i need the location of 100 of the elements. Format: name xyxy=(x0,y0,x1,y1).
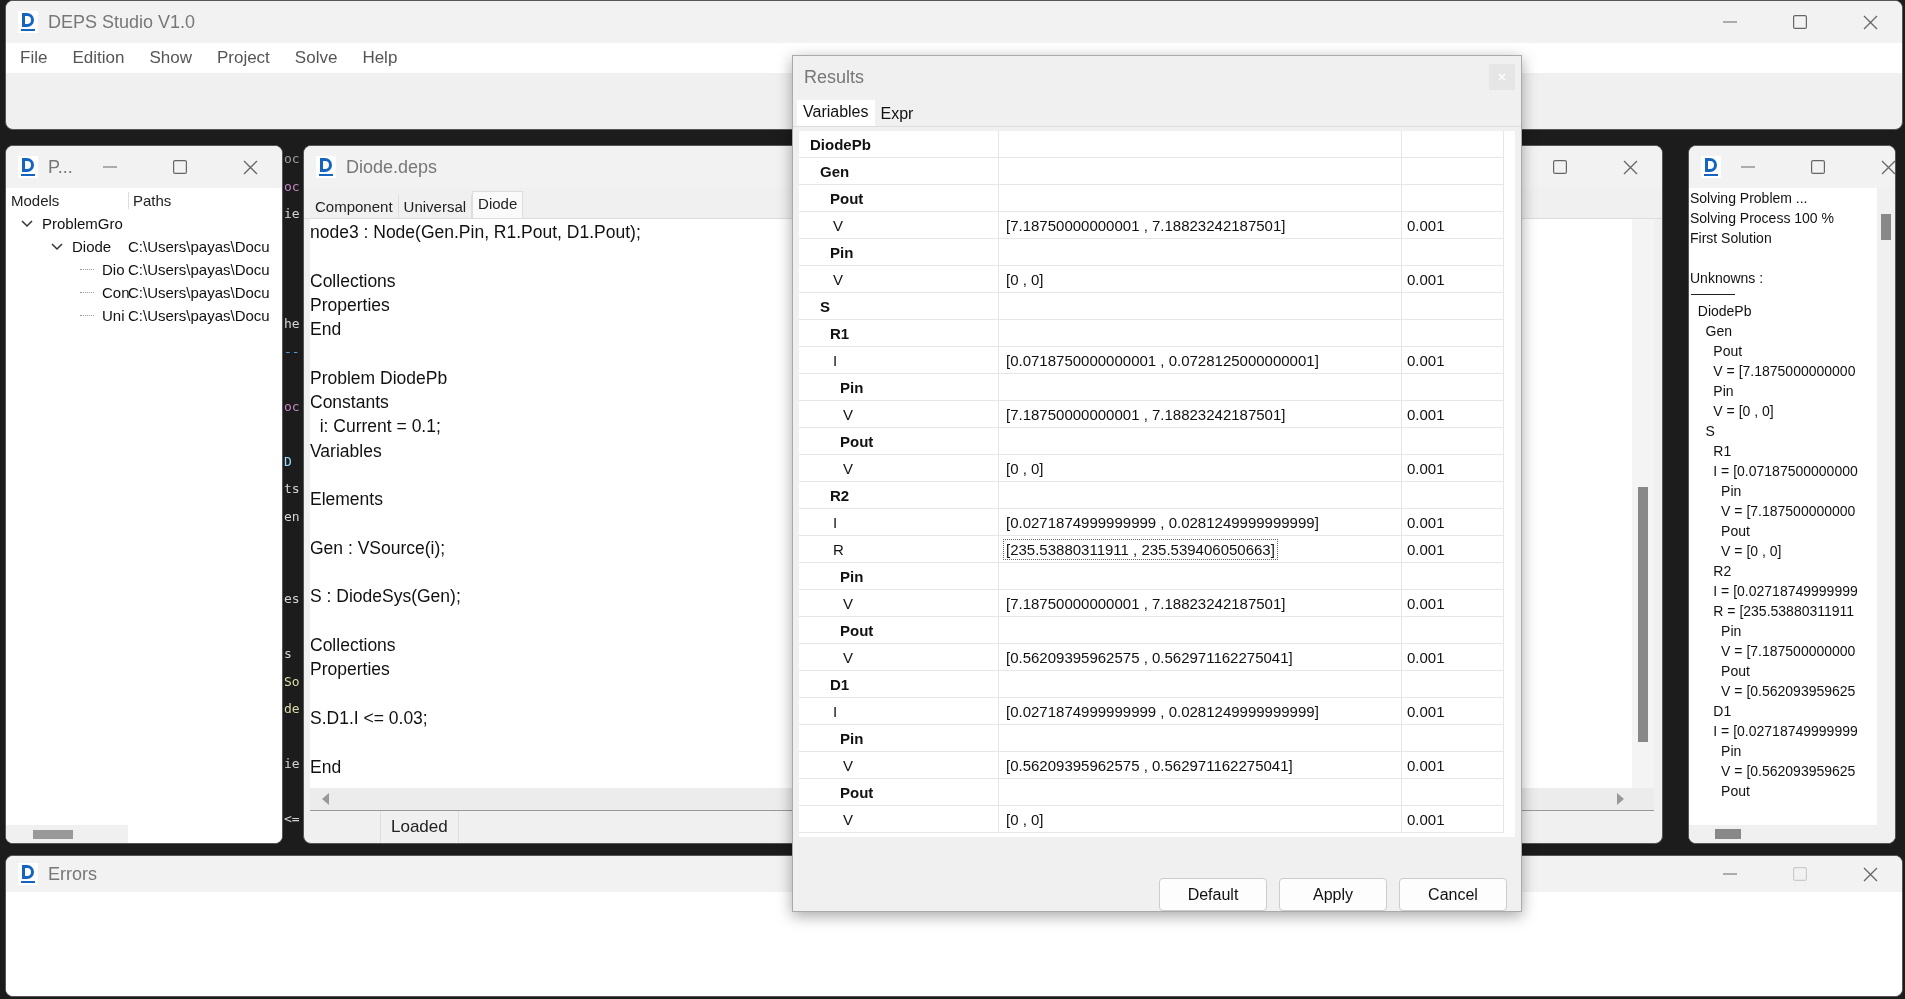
code-fragment: oc xyxy=(284,397,300,416)
interval-value[interactable]: [0.0718750000000001 , 0.0728125000000001] xyxy=(1003,349,1322,371)
tree-item[interactable]: Uni xyxy=(102,307,125,324)
tree-item[interactable]: Diode xyxy=(72,238,112,255)
chevron-icon[interactable] xyxy=(50,241,64,252)
close-icon[interactable] xyxy=(1863,14,1878,30)
precision-cell: 0.001 xyxy=(1402,752,1504,779)
dialog-button[interactable]: Apply xyxy=(1279,878,1387,911)
code-fragment: oc xyxy=(284,177,300,196)
chevron-icon[interactable] xyxy=(20,218,34,229)
menu-item[interactable]: Help xyxy=(358,48,409,68)
tree-group-cell[interactable]: Pout xyxy=(799,428,999,455)
interval-value[interactable]: [235.53880311911 , 235.539406050663] xyxy=(1003,538,1278,560)
tree-group-cell[interactable]: Pin xyxy=(799,374,999,401)
console-line: Pin xyxy=(1720,482,1743,501)
tree-group-cell[interactable]: DiodePb xyxy=(799,131,999,158)
maximize-icon[interactable] xyxy=(1811,160,1825,174)
precision-cell: 0.001 xyxy=(1402,509,1504,536)
interval-value[interactable]: [0 , 0] xyxy=(1003,268,1047,290)
code-line: Properties xyxy=(310,658,390,682)
console-line: V = [0.562093959625 xyxy=(1720,762,1857,781)
console-line: V = [0.562093959625 xyxy=(1720,682,1857,701)
precision-cell: 0.001 xyxy=(1402,266,1504,293)
close-icon[interactable] xyxy=(1881,159,1895,175)
tree-group-cell[interactable]: R2 xyxy=(799,482,999,509)
menu-item[interactable]: Solve xyxy=(290,48,349,68)
console-line: Gen xyxy=(1704,322,1734,341)
code-fragment: es xyxy=(284,590,300,608)
console-line: I = [0.02718749999999 xyxy=(1712,582,1859,601)
scroll-right-icon[interactable] xyxy=(1616,793,1624,805)
tree-group-cell[interactable]: Pin xyxy=(799,725,999,752)
precision-cell: 0.001 xyxy=(1402,212,1504,239)
column-header[interactable]: Models xyxy=(6,191,129,209)
logo-icon xyxy=(316,156,336,178)
code-line: End xyxy=(310,755,342,779)
logo-icon xyxy=(18,156,38,178)
interval-value[interactable]: [7.18750000000001 , 7.18823242187501] xyxy=(1003,403,1289,425)
console-line: Pout xyxy=(1712,342,1744,361)
tab[interactable]: Variables xyxy=(797,100,875,126)
tree-item[interactable]: ProblemGro xyxy=(42,215,123,232)
precision-cell: 0.001 xyxy=(1402,590,1504,617)
variable-name-cell: I xyxy=(799,698,999,725)
interval-value[interactable]: [0.0271874999999999 , 0.0281249999999999] xyxy=(1003,511,1322,533)
code-line: End xyxy=(310,318,342,342)
scrollbar-thumb[interactable] xyxy=(1881,214,1892,240)
console-line: R1 xyxy=(1712,442,1733,461)
code-fragment: ts xyxy=(284,480,300,498)
interval-value[interactable]: [7.18750000000001 , 7.18823242187501] xyxy=(1003,592,1289,614)
console-line: I = [0.07187500000000 xyxy=(1712,462,1859,481)
maximize-icon[interactable] xyxy=(1793,15,1807,29)
menu-item[interactable]: Show xyxy=(145,48,203,68)
maximize-icon[interactable] xyxy=(173,160,187,174)
code-fragment: de xyxy=(284,700,300,718)
tree-group-cell[interactable]: R1 xyxy=(799,320,999,347)
code-line: Constants xyxy=(310,391,389,415)
code-fragment: So xyxy=(284,672,300,691)
tree-group-cell[interactable]: S xyxy=(799,293,999,320)
tree-group-cell[interactable]: Pin xyxy=(799,563,999,590)
variable-name-cell: V xyxy=(799,590,999,617)
tree-group-cell[interactable]: Pout xyxy=(799,617,999,644)
interval-value[interactable]: [0.56209395962575 , 0.562971162275041] xyxy=(1003,646,1296,668)
scrollbar-thumb[interactable] xyxy=(1715,829,1741,839)
maximize-icon[interactable] xyxy=(1553,160,1567,174)
tree-group-cell[interactable]: Pout xyxy=(799,779,999,806)
window-title: Errors xyxy=(48,863,97,885)
code-fragment: oc xyxy=(284,150,300,168)
tree-group-cell[interactable]: D1 xyxy=(799,671,999,698)
logo-icon xyxy=(18,863,38,885)
close-icon[interactable] xyxy=(243,159,258,175)
tree-item[interactable]: Dio xyxy=(102,261,125,278)
code-fragment: ie xyxy=(284,205,300,223)
console-line: Solving Process 100 % xyxy=(1690,209,1835,228)
close-icon[interactable] xyxy=(1863,866,1878,882)
interval-value[interactable]: [0 , 0] xyxy=(1003,808,1047,830)
precision-cell: 0.001 xyxy=(1402,347,1504,374)
dialog-button[interactable]: Default xyxy=(1159,878,1267,911)
code-fragment: ie xyxy=(284,755,300,773)
interval-value[interactable]: [0.0271874999999999 , 0.0281249999999999] xyxy=(1003,700,1322,722)
variable-name-cell: V xyxy=(799,455,999,482)
window-title: DEPS Studio V1.0 xyxy=(48,11,196,33)
tree-group-cell[interactable]: Pin xyxy=(799,239,999,266)
close-icon[interactable] xyxy=(1623,159,1638,175)
interval-value[interactable]: [0 , 0] xyxy=(1003,457,1047,479)
tree-group-cell[interactable]: Gen xyxy=(799,158,999,185)
menu-item[interactable]: File xyxy=(16,48,59,68)
console-line: D1 xyxy=(1712,702,1733,721)
interval-value[interactable]: [7.18750000000001 , 7.18823242187501] xyxy=(1003,214,1289,236)
menu-item[interactable]: Project xyxy=(212,48,281,68)
column-header[interactable]: Paths xyxy=(129,191,172,209)
variable-name-cell: I xyxy=(799,509,999,536)
dialog-button[interactable]: Cancel xyxy=(1399,878,1507,911)
interval-value[interactable]: [0.56209395962575 , 0.562971162275041] xyxy=(1003,754,1296,776)
tree-group-cell[interactable]: Pout xyxy=(799,185,999,212)
scroll-left-icon[interactable] xyxy=(322,793,330,805)
scrollbar-thumb[interactable] xyxy=(1638,487,1648,742)
code-line: Collections xyxy=(310,269,396,293)
scrollbar-thumb[interactable] xyxy=(33,830,73,839)
tab[interactable]: Diode xyxy=(472,191,524,218)
menu-item[interactable]: Edition xyxy=(68,48,136,68)
tree-item[interactable]: Con xyxy=(102,284,130,301)
